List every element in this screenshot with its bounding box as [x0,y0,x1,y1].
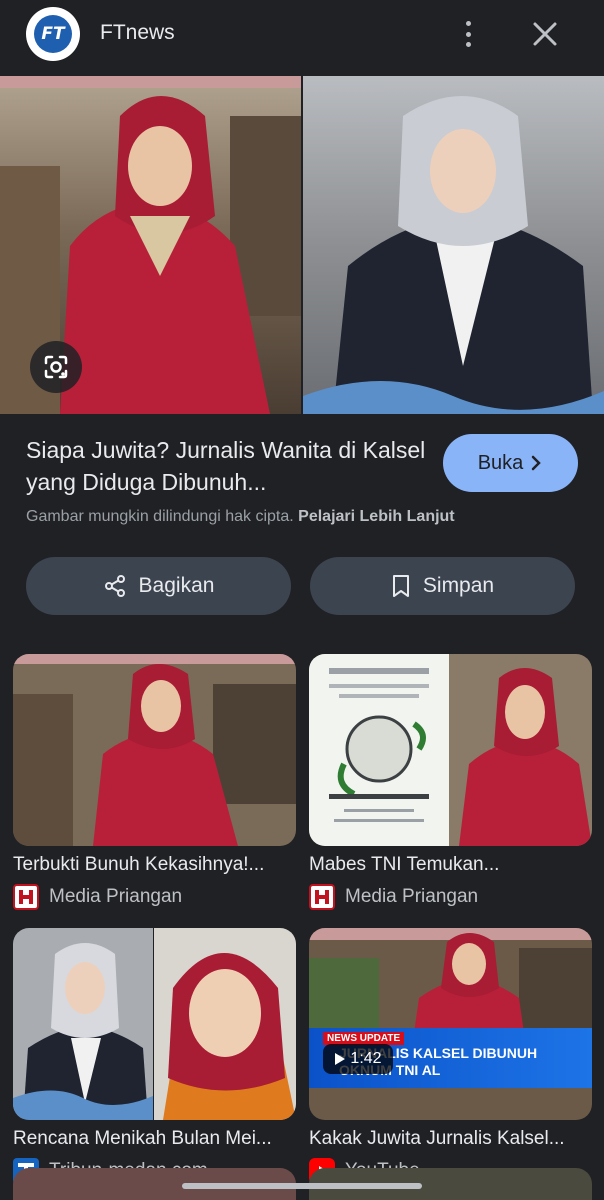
ftnews-logo-icon: FT [34,15,72,53]
home-indicator[interactable] [182,1183,422,1189]
related-result-card[interactable]: Mabes TNI Temukan... Media Priangan [309,654,592,914]
result-title[interactable]: Siapa Juwita? Jurnalis Wanita di Kalsel … [26,434,426,498]
related-result-card[interactable]: NEWS UPDATE JURNALIS KALSEL DIBUNUH OKNU… [309,928,592,1188]
site-logo: FT [26,7,80,61]
media-priangan-icon [309,884,335,910]
share-icon [104,575,125,597]
result-title[interactable]: Terbukti Bunuh Kekasihnya!... [13,854,296,876]
related-result-card[interactable]: Rencana Menikah Bulan Mei... Tribun-meda… [13,928,296,1188]
media-priangan-icon [13,884,39,910]
result-title[interactable]: Mabes TNI Temukan... [309,854,592,876]
preview-image[interactable] [0,76,604,414]
close-icon[interactable] [530,19,560,49]
result-thumbnail[interactable] [309,654,592,846]
save-button-label: Simpan [422,574,495,597]
video-duration: 1:42 [350,1050,382,1067]
open-button[interactable]: Buka [443,434,578,492]
learn-more-link[interactable]: Pelajari Lebih Lanjut [298,508,454,525]
app-header: FT FTnews [0,0,604,70]
result-thumbnail[interactable] [13,928,296,1120]
result-title[interactable]: Kakak Juwita Jurnalis Kalsel... [309,1128,592,1150]
result-source: Media Priangan [345,886,479,907]
google-lens-icon[interactable] [30,341,82,393]
more-vert-icon[interactable] [456,18,480,50]
result-thumbnail[interactable] [13,654,296,846]
result-source: Media Priangan [49,886,183,907]
save-button[interactable]: Simpan [310,557,575,615]
open-button-label: Buka [477,451,524,474]
bookmark-icon [392,575,409,597]
copyright-text: Gambar mungkin dilindungi hak cipta. [26,508,294,525]
preview-image-right [303,76,604,414]
play-icon [335,1053,346,1065]
chevron-right-icon [532,455,542,471]
share-button[interactable]: Bagikan [26,557,291,615]
result-title[interactable]: Rencana Menikah Bulan Mei... [13,1128,296,1150]
result-thumbnail[interactable]: NEWS UPDATE JURNALIS KALSEL DIBUNUH OKNU… [309,928,592,1120]
video-duration-badge: 1:42 [323,1044,393,1074]
related-result-card[interactable]: Terbukti Bunuh Kekasihnya!... Media Pria… [13,654,296,914]
copyright-notice: Gambar mungkin dilindungi hak cipta. Pel… [26,508,455,526]
share-button-label: Bagikan [138,574,215,597]
site-name: FTnews [100,21,175,44]
